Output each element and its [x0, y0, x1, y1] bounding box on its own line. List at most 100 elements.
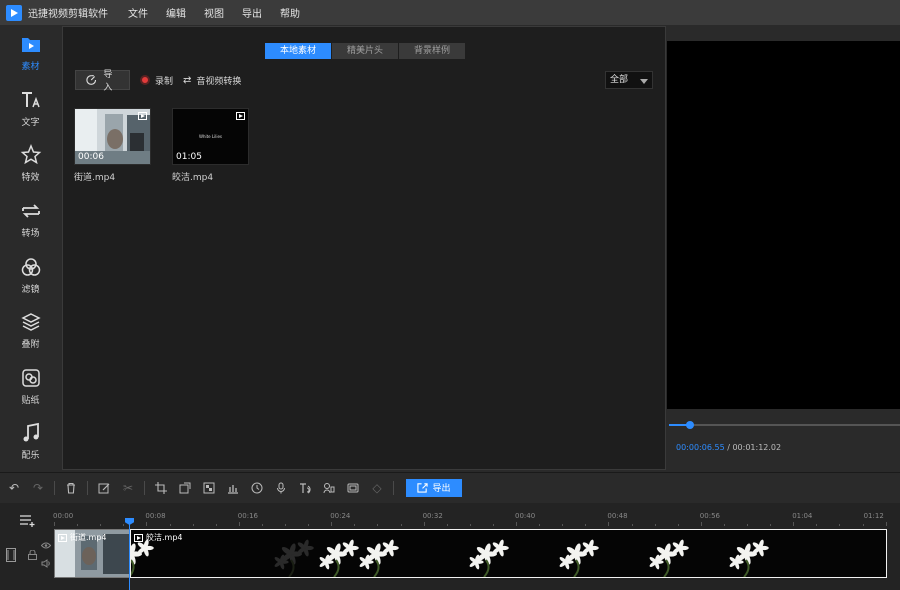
- picture-in-picture-button[interactable]: [341, 478, 365, 498]
- sidebar-item-filter[interactable]: 滤镜: [0, 247, 61, 303]
- menu-edit[interactable]: 编辑: [166, 5, 186, 20]
- voiceover-button[interactable]: [269, 478, 293, 498]
- tab-background-samples[interactable]: 背景样例: [399, 43, 465, 59]
- import-button[interactable]: 导入: [75, 70, 130, 93]
- keyframe-button[interactable]: ◇: [365, 478, 389, 498]
- media-thumbnail[interactable]: 00:06: [74, 108, 151, 165]
- lily-frame: [131, 539, 154, 577]
- media-panel: 本地素材 精美片头 背景样例 导入 录制 ⇄ 音视频转换 全部 00:06 街道…: [62, 26, 666, 470]
- sidebar-item-effects[interactable]: 特效: [0, 136, 61, 192]
- ruler-minor-tick: [585, 524, 587, 526]
- media-tabs: 本地素材 精美片头 背景样例: [265, 43, 466, 59]
- media-icon: [21, 38, 40, 53]
- duration-button[interactable]: [245, 478, 269, 498]
- ruler-tick-mark: [793, 522, 795, 526]
- crop-button[interactable]: [149, 478, 173, 498]
- export-button[interactable]: 导出: [406, 478, 462, 497]
- menu-view[interactable]: 视图: [204, 5, 224, 20]
- ruler-tick-label: 00:08: [145, 512, 166, 520]
- ruler-minor-tick: [261, 524, 263, 526]
- ruler-tick-label: 00:00: [53, 512, 74, 520]
- voice-change-button[interactable]: [317, 478, 341, 498]
- sidebar-item-text[interactable]: 文字: [0, 81, 61, 137]
- media-duration: 01:05: [176, 152, 202, 162]
- ruler-minor-tick: [100, 524, 102, 526]
- resize-button[interactable]: [173, 478, 197, 498]
- ruler-minor-tick: [492, 524, 494, 526]
- record-button[interactable]: 录制: [130, 70, 183, 90]
- crop-icon: [155, 481, 167, 494]
- voice-change-icon: [323, 482, 335, 493]
- sidebar-item-label: 文字: [21, 117, 40, 128]
- eye-icon[interactable]: [41, 542, 51, 549]
- timeline-clip[interactable]: 皎洁.mp4: [130, 529, 887, 578]
- volume-icon[interactable]: [41, 559, 51, 568]
- text-speech-button[interactable]: [293, 478, 317, 498]
- sidebar-item-label: 贴纸: [21, 395, 40, 406]
- edit-button[interactable]: [92, 478, 116, 498]
- preview-panel: 00:00:06.55 / 00:01:12.02: [667, 26, 900, 470]
- cut-button[interactable]: ✂: [116, 478, 140, 498]
- media-item[interactable]: White Lilies 01:05 皎洁.mp4: [172, 108, 249, 183]
- sidebar-item-sticker[interactable]: 贴纸: [0, 359, 61, 415]
- video-clip-icon: [134, 533, 143, 542]
- edit-toolbar: ↶ ↷ ✂ ◇ 导出: [0, 472, 900, 502]
- ruler-tick-mark: [885, 522, 887, 526]
- filter-dropdown[interactable]: 全部: [605, 71, 653, 89]
- undo-button[interactable]: ↶: [2, 478, 26, 498]
- playhead[interactable]: [129, 520, 130, 590]
- convert-icon: ⇄: [183, 74, 192, 86]
- record-label: 录制: [155, 76, 174, 87]
- video-clip-icon: [58, 533, 67, 542]
- lock-icon[interactable]: [28, 550, 37, 560]
- menu-file[interactable]: 文件: [128, 5, 148, 20]
- sidebar-item-music[interactable]: 配乐: [0, 414, 61, 470]
- sidebar-item-media[interactable]: 素材: [0, 25, 61, 81]
- redo-button[interactable]: ↷: [26, 478, 50, 498]
- ruler-minor-tick: [400, 524, 402, 526]
- sidebar-item-label: 特效: [21, 173, 40, 184]
- redo-icon: ↷: [32, 480, 44, 495]
- ruler-minor-tick: [723, 524, 725, 526]
- menu-export[interactable]: 导出: [242, 5, 262, 20]
- playhead-handle[interactable]: [125, 518, 134, 525]
- convert-button[interactable]: ⇄ 音视频转换: [183, 70, 251, 90]
- timeline-ruler[interactable]: 00:00 00:08 00:16 00:24 00:32 00:40 00:48 00:56…: [53, 509, 900, 526]
- media-name: 皎洁.mp4: [172, 173, 214, 183]
- lily-frame: [649, 539, 689, 577]
- tab-local-media[interactable]: 本地素材: [265, 43, 331, 59]
- sidebar-item-overlay[interactable]: 叠附: [0, 303, 61, 359]
- ruler-minor-tick: [631, 524, 633, 526]
- lily-clip-filmstrip: [131, 539, 769, 577]
- ruler-tick-mark: [700, 522, 702, 526]
- media-item[interactable]: 00:06 街道.mp4: [74, 108, 151, 183]
- clip-title: 皎洁.mp4: [134, 532, 183, 543]
- media-thumbnail[interactable]: White Lilies 01:05: [172, 108, 249, 165]
- tab-intro-templates[interactable]: 精美片头: [332, 43, 398, 59]
- menu-help[interactable]: 帮助: [280, 5, 300, 20]
- media-name: 街道.mp4: [74, 173, 116, 183]
- scrubber-handle[interactable]: [685, 421, 694, 429]
- resize-icon: [179, 482, 191, 493]
- pencil-icon: [98, 483, 110, 493]
- ruler-minor-tick: [169, 524, 171, 526]
- mosaic-button[interactable]: [197, 478, 221, 498]
- ruler-tick-label: 00:40: [515, 512, 536, 520]
- menu-bar: 文件 编辑 视图 导出 帮助: [128, 5, 318, 20]
- ruler-minor-tick: [446, 524, 448, 526]
- diamond-icon: ◇: [372, 480, 382, 495]
- audio-level-button[interactable]: [221, 478, 245, 498]
- preview-scrubber[interactable]: [669, 421, 900, 429]
- ruler-minor-tick: [839, 524, 841, 526]
- ruler-minor-tick: [539, 524, 541, 526]
- media-duration: 00:06: [78, 152, 104, 162]
- track-menu-icon[interactable]: [20, 515, 36, 527]
- separator: [54, 480, 55, 495]
- delete-button[interactable]: [59, 478, 83, 498]
- app-title: 迅捷视频剪辑软件: [28, 9, 108, 20]
- sidebar-item-transition[interactable]: 转场: [0, 192, 61, 248]
- timeline-clip[interactable]: 街道.mp4: [54, 529, 131, 578]
- ruler-tick-mark: [331, 522, 333, 526]
- sidebar-item-label: 转场: [21, 229, 40, 240]
- convert-label: 音视频转换: [196, 76, 242, 87]
